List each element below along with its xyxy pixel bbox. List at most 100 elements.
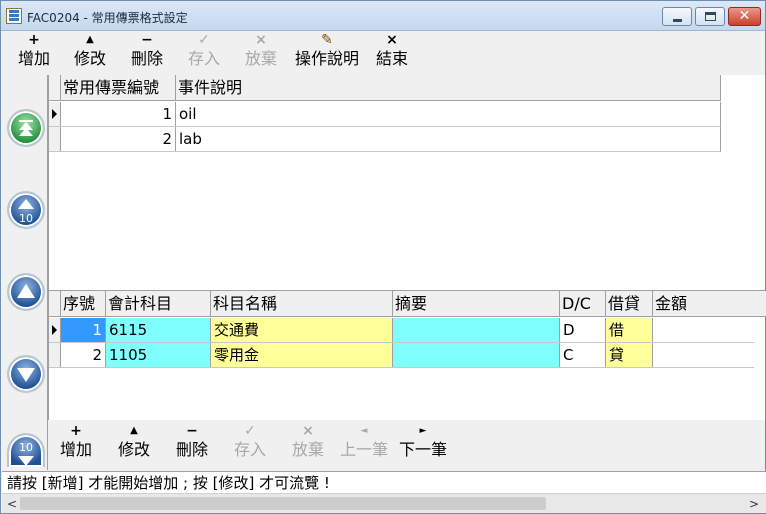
save-label: 存入: [187, 49, 220, 68]
row-pointer-icon: [52, 109, 57, 119]
cell-account[interactable]: 6115: [106, 318, 211, 342]
check-icon: ✓: [198, 32, 210, 48]
add-button[interactable]: + 增加: [14, 32, 54, 74]
horizontal-scrollbar[interactable]: < >: [2, 493, 766, 513]
cell-seq[interactable]: 1: [61, 318, 106, 342]
first-record-button[interactable]: [7, 109, 45, 147]
detail-cancel-button[interactable]: × 放棄: [288, 423, 328, 465]
row-header-corner: [49, 291, 61, 317]
column-header-voucher-no[interactable]: 常用傳票編號: [61, 75, 176, 101]
detail-toolbar: + 增加 ▲ 修改 − 刪除 ✓ 存入 × 放棄 ◄ 上一筆 ► 下一筆: [48, 423, 766, 467]
cell-account[interactable]: 1105: [106, 343, 211, 367]
current-row-indicator: [49, 318, 61, 342]
table-row[interactable]: 2 1105 零用金 C 貸: [49, 343, 754, 368]
page-up-10-label: 10: [19, 212, 33, 225]
cell-dc[interactable]: D: [560, 318, 606, 342]
cell-account-name[interactable]: 交通費: [211, 318, 393, 342]
exit-label: 結束: [375, 49, 408, 68]
column-header-event-desc[interactable]: 事件說明: [176, 75, 721, 101]
next-record-icon: [17, 368, 35, 382]
page-up-10-icon: 10: [18, 199, 34, 225]
column-header-summary[interactable]: 摘要: [393, 291, 560, 317]
page-up-10-button[interactable]: 10: [7, 191, 45, 229]
exit-button[interactable]: × 結束: [372, 32, 412, 74]
detail-add-label: 增加: [59, 440, 92, 459]
detail-grid: 序號 會計科目 科目名稱 摘要 D/C 借貸 金額 1 6115 交通費 D 借…: [48, 290, 766, 420]
up-triangle-icon: ▲: [130, 425, 138, 436]
cell-amount[interactable]: [653, 343, 754, 367]
column-header-account[interactable]: 會計科目: [106, 291, 211, 317]
close-icon: ✕: [738, 8, 751, 24]
title-bar: FAC0204 - 常用傳票格式設定 ✕: [1, 1, 765, 31]
cell-summary[interactable]: [393, 318, 560, 342]
window-title: FAC0204 - 常用傳票格式設定: [27, 11, 188, 25]
cell-debit-credit[interactable]: 借: [606, 318, 653, 342]
minus-icon: −: [141, 32, 153, 48]
help-label: 操作說明: [294, 49, 359, 68]
help-button[interactable]: ✎ 操作說明: [294, 32, 360, 74]
cell-debit-credit[interactable]: 貸: [606, 343, 653, 367]
detail-edit-button[interactable]: ▲ 修改: [114, 423, 154, 465]
x-icon: ×: [302, 423, 314, 439]
column-header-amount[interactable]: 金額: [653, 291, 766, 317]
plus-icon: +: [28, 32, 40, 48]
table-row[interactable]: 1 oil: [49, 102, 721, 127]
cell-amount[interactable]: [653, 318, 754, 342]
scroll-left-icon[interactable]: <: [4, 496, 20, 512]
scroll-thumb[interactable]: [20, 497, 546, 510]
record-navigator: 10 10: [2, 75, 48, 470]
minimize-button[interactable]: [662, 7, 692, 26]
up-triangle-icon: ▲: [86, 34, 94, 45]
detail-add-button[interactable]: + 增加: [56, 423, 96, 465]
first-record-icon: [19, 120, 33, 136]
app-icon: [6, 8, 22, 24]
cell-dc[interactable]: C: [560, 343, 606, 367]
column-header-dc[interactable]: D/C: [560, 291, 606, 317]
page-down-10-button[interactable]: 10: [7, 433, 45, 467]
previous-entry-label: 上一筆: [339, 440, 388, 459]
row-header-corner: [49, 75, 61, 101]
x-icon: ×: [255, 32, 267, 48]
main-toolbar: + 增加 ▲ 修改 − 刪除 ✓ 存入 × 放棄 ✎ 操作說明 × 結束: [2, 32, 766, 76]
edit-button[interactable]: ▲ 修改: [70, 32, 110, 74]
row-pointer-icon: [52, 325, 57, 335]
cell-event-desc[interactable]: oil: [176, 102, 721, 126]
column-header-account-name[interactable]: 科目名稱: [211, 291, 393, 317]
row-indicator: [49, 127, 61, 151]
page-down-10-icon: 10: [18, 441, 34, 466]
delete-button[interactable]: − 刪除: [127, 32, 167, 74]
table-row[interactable]: 2 lab: [49, 127, 721, 152]
cancel-button[interactable]: × 放棄: [241, 32, 281, 74]
detail-delete-button[interactable]: − 刪除: [172, 423, 212, 465]
master-grid-header: 常用傳票編號 事件說明: [49, 75, 721, 101]
add-label: 增加: [17, 49, 50, 68]
column-header-seq[interactable]: 序號: [61, 291, 106, 317]
column-header-debit-credit[interactable]: 借貸: [606, 291, 653, 317]
minus-icon: −: [186, 423, 198, 439]
next-entry-label: 下一筆: [398, 440, 447, 459]
plus-icon: +: [70, 423, 82, 439]
detail-grid-header: 序號 會計科目 科目名稱 摘要 D/C 借貸 金額: [49, 291, 766, 317]
next-record-button[interactable]: [7, 355, 45, 393]
save-button[interactable]: ✓ 存入: [184, 32, 224, 74]
detail-save-label: 存入: [233, 440, 266, 459]
cell-seq[interactable]: 2: [61, 343, 106, 367]
page-down-10-label: 10: [19, 441, 33, 454]
previous-entry-button[interactable]: ◄ 上一筆: [338, 423, 390, 465]
cell-event-desc[interactable]: lab: [176, 127, 721, 151]
cell-account-name[interactable]: 零用金: [211, 343, 393, 367]
table-row[interactable]: 1 6115 交通費 D 借: [49, 318, 754, 343]
detail-save-button[interactable]: ✓ 存入: [230, 423, 270, 465]
next-entry-button[interactable]: ► 下一筆: [397, 423, 449, 465]
maximize-button[interactable]: [695, 7, 725, 26]
cell-voucher-no[interactable]: 1: [61, 102, 176, 126]
close-button[interactable]: ✕: [728, 7, 761, 26]
help-hand-icon: ✎: [321, 32, 333, 48]
previous-record-button[interactable]: [7, 273, 45, 311]
scroll-right-icon[interactable]: >: [746, 496, 762, 512]
cell-voucher-no[interactable]: 2: [61, 127, 176, 151]
previous-record-icon: [17, 284, 35, 298]
cancel-label: 放棄: [244, 49, 277, 68]
cell-summary[interactable]: [393, 343, 560, 367]
minimize-icon: [673, 19, 682, 22]
